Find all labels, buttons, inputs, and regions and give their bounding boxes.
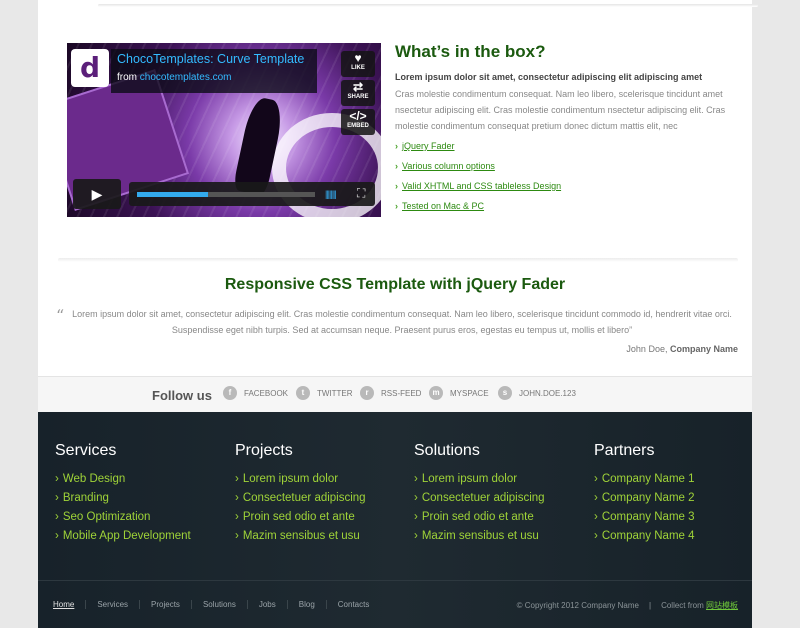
vimeo-logo: d [71,49,109,87]
footer-link[interactable]: Lorem ipsum dolor [414,470,545,489]
video-from: from chocotemplates.com [117,72,232,83]
footer-nav-home[interactable]: Home [53,600,85,609]
footer-link[interactable]: Mazim sensibus et usu [414,527,545,546]
progress-track[interactable] [137,192,315,197]
feature-item: Various column options [395,160,561,180]
social-twitter[interactable]: t TWITTER [296,386,353,400]
embed-icon: </> [349,109,367,123]
footer-link[interactable]: Consectetuer adipiscing [235,489,366,508]
footer-column-projects: Projects Lorem ipsum dolor Consectetuer … [235,442,366,546]
testimonial-author: John Doe, Company Name [626,344,738,354]
footer-link[interactable]: Seo Optimization [55,508,191,527]
social-facebook[interactable]: f FACEBOOK [223,386,288,400]
box-title: What’s in the box? [395,42,546,61]
feature-item: Tested on Mac & PC [395,200,561,220]
feature-link[interactable]: Tested on Mac & PC [402,201,484,211]
feature-link[interactable]: Various column options [402,161,495,171]
footer-link[interactable]: Lorem ipsum dolor [235,470,366,489]
video-controls: ▶ |||||||| ⛶ [73,179,375,209]
box-description: Cras molestie condimentum consequat. Nam… [395,89,726,131]
play-button[interactable]: ▶ [73,179,121,209]
play-icon: ▶ [91,186,103,202]
testimonial-quote: Lorem ipsum dolor sit amet, consectetur … [72,309,732,335]
footer-link[interactable]: Consectetuer adipiscing [414,489,545,508]
copyright: © Copyright 2012 Company Name | Collect fr… [516,601,738,610]
footer-link[interactable]: Web Design [55,470,191,489]
box-lead: Lorem ipsum dolor sit amet, consectetur … [395,72,703,82]
template-source-link[interactable]: 网站模板 [706,601,738,610]
social-skype[interactable]: s JOHN.DOE.123 [498,386,576,400]
video-title[interactable]: ChocoTemplates: Curve Template [117,52,311,66]
footer-link[interactable]: Company Name 4 [594,527,695,546]
footer-column-title: Projects [235,442,293,459]
myspace-icon: m [429,386,443,400]
social-myspace[interactable]: m MYSPACE [429,386,489,400]
follow-bar: Follow us f FACEBOOK t TWITTER r RSS-FEED m… [38,376,752,412]
footer-nav-solutions[interactable]: Solutions [190,600,247,609]
testimonial-company: Company Name [669,344,738,354]
footer-column-title: Partners [594,442,655,459]
footer-link[interactable]: Company Name 2 [594,489,695,508]
video-player[interactable]: d ChocoTemplates: Curve Template from ch… [67,43,381,217]
footer-nav-projects[interactable]: Projects [139,600,191,609]
fullscreen-icon[interactable]: ⛶ [357,186,365,201]
footer-nav: Home Services Projects Solutions Jobs Bl… [53,600,380,609]
footer-link[interactable]: Branding [55,489,191,508]
feature-link[interactable]: jQuery Fader [402,141,455,151]
footer-link[interactable]: Proin sed odio et ante [414,508,545,527]
progress-fill [137,192,209,197]
footer-nav-blog[interactable]: Blog [286,600,326,609]
rss-icon: r [360,386,374,400]
testimonial-title: Responsive CSS Template with jQuery Fade… [224,276,566,293]
embed-button[interactable]: </> EMBED [341,109,375,135]
footer-column-services: Services Web Design Branding Seo Optimiz… [55,442,191,546]
footer-link[interactable]: Proin sed odio et ante [235,508,366,527]
video-title-box: ChocoTemplates: Curve Template from choc… [111,49,317,93]
video-control-bar: |||||||| ⛶ [129,182,375,206]
footer-link[interactable]: Company Name 1 [594,470,695,489]
feature-item: Valid XHTML and CSS tableless Design [395,180,561,200]
top-divider [98,4,758,7]
share-button[interactable]: ⇄ SHARE [341,80,375,106]
follow-label: Follow us [152,388,212,403]
footer-divider [38,580,752,581]
footer-column-partners: Partners Company Name 1 Company Name 2 C… [594,442,695,546]
social-rss[interactable]: r RSS-FEED [360,386,421,400]
heart-icon: ♥ [354,51,362,65]
footer-column-solutions: Solutions Lorem ipsum dolor Consectetuer… [414,442,545,546]
footer-link[interactable]: Mobile App Development [55,527,191,546]
like-button[interactable]: ♥ LIKE [341,51,375,77]
footer-nav-jobs[interactable]: Jobs [246,600,287,609]
footer-column-title: Services [55,442,117,459]
twitter-icon: t [296,386,310,400]
skype-icon: s [498,386,512,400]
page: d ChocoTemplates: Curve Template from ch… [38,0,758,628]
share-icon: ⇄ [352,80,364,94]
facebook-icon: f [223,386,237,400]
volume-icon[interactable]: |||||||| [325,189,337,199]
footer-link[interactable]: Mazim sensibus et usu [235,527,366,546]
footer-column-title: Solutions [414,442,480,459]
video-source-link[interactable]: chocotemplates.com [140,72,232,83]
footer-nav-contacts[interactable]: Contacts [325,600,381,609]
feature-list: jQuery Fader Various column options Vali… [395,140,561,220]
feature-link[interactable]: Valid XHTML and CSS tableless Design [402,181,561,191]
footer-link[interactable]: Company Name 3 [594,508,695,527]
footer-nav-services[interactable]: Services [85,600,139,609]
section-divider [58,258,738,262]
feature-item: jQuery Fader [395,140,561,160]
site-footer: Services Web Design Branding Seo Optimiz… [38,412,752,628]
